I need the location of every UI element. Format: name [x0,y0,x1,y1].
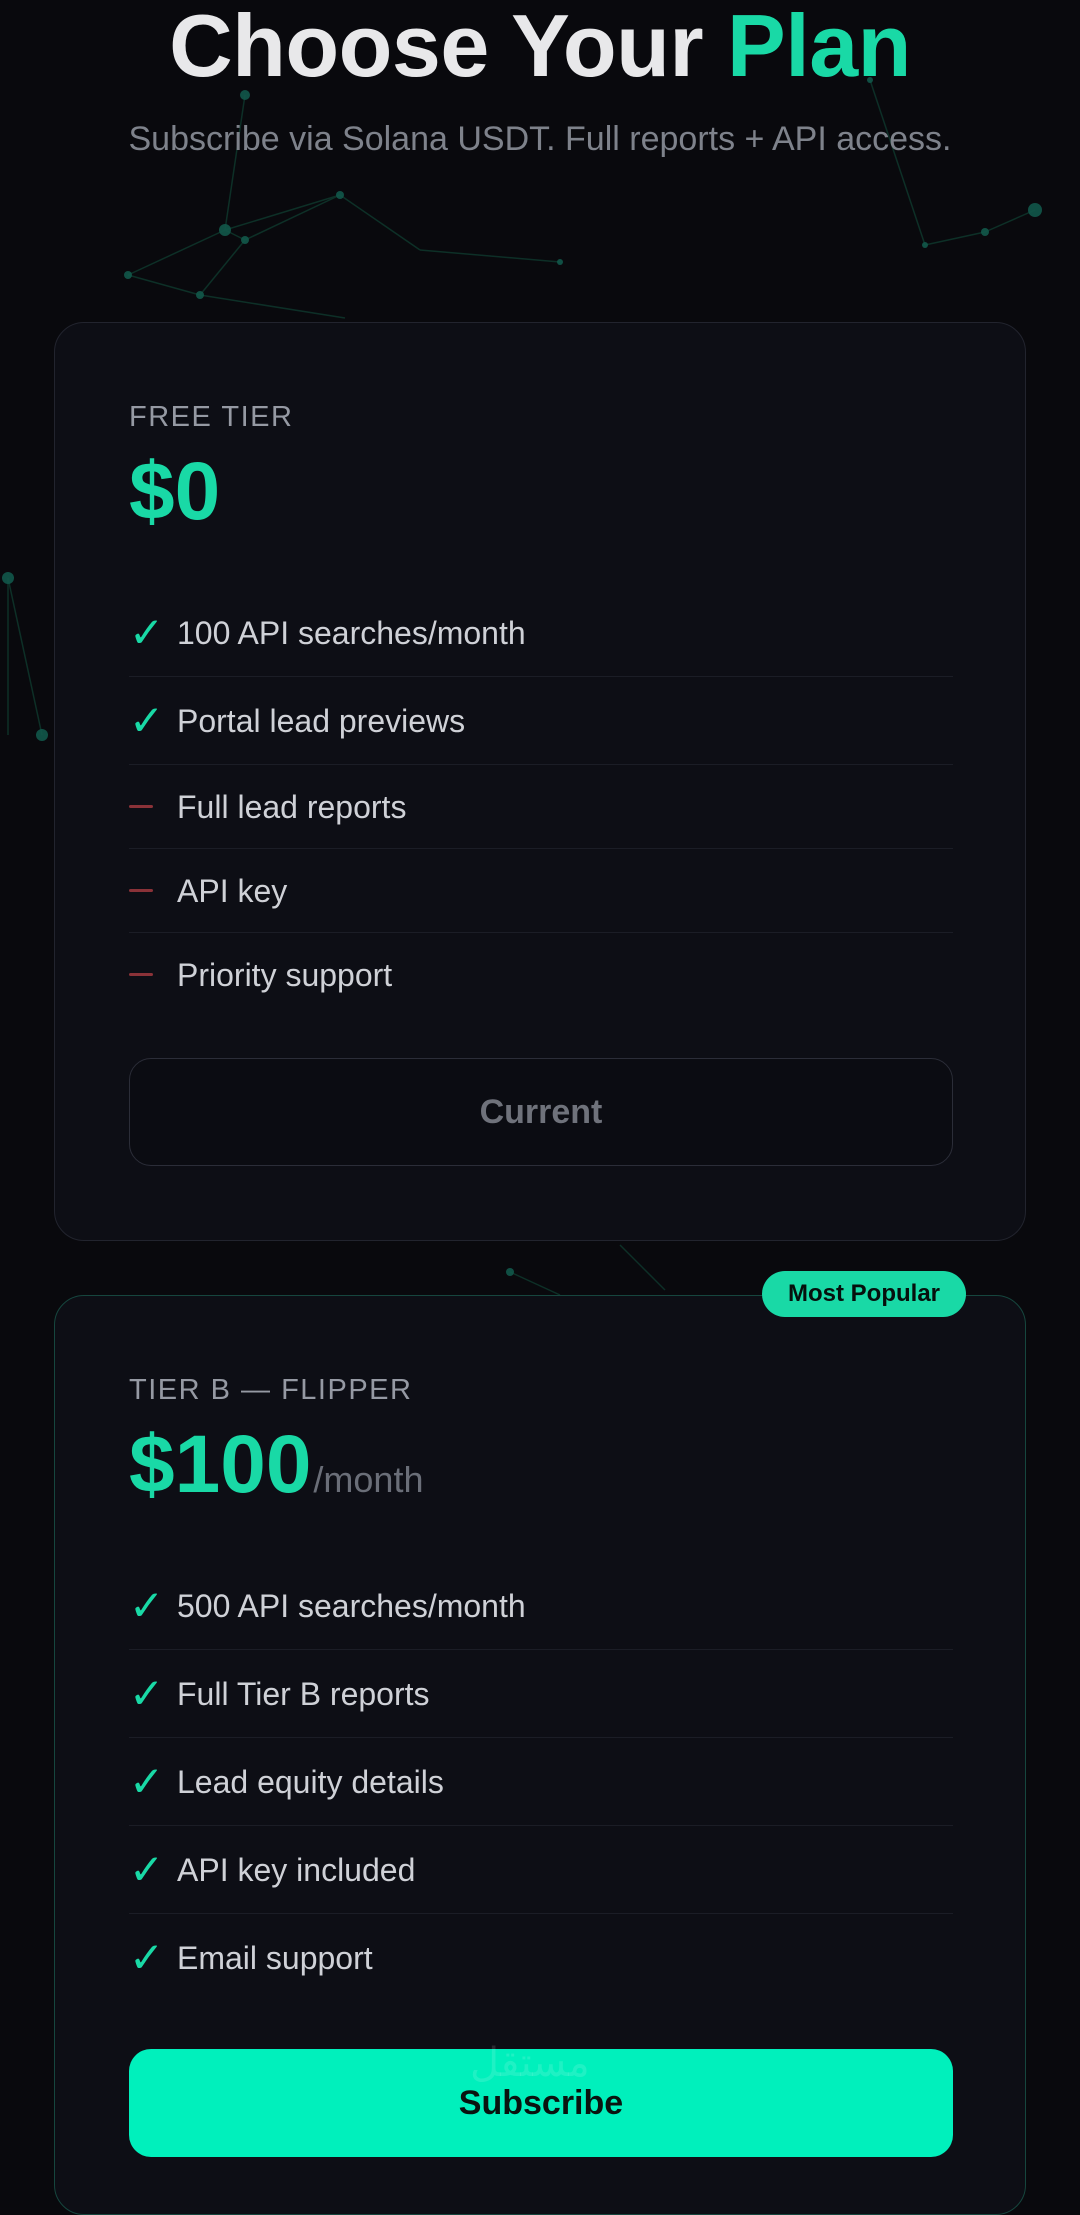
feature-item: ✓ Lead equity details [129,1738,953,1826]
check-icon: ✓ [129,1670,165,1717]
feature-text: 100 API searches/month [177,615,526,651]
plan-label: TIER B — FLIPPER [129,1374,413,1406]
feature-text: Full lead reports [177,789,407,825]
feature-text: 500 API searches/month [177,1588,526,1624]
check-icon: ✓ [129,697,165,744]
feature-text: Lead equity details [177,1764,444,1800]
feature-text: Portal lead previews [177,703,466,739]
feature-item: ✓ 500 API searches/month [129,1562,953,1650]
feature-text: Full Tier B reports [177,1676,430,1712]
most-popular-badge: Most Popular [762,1271,967,1317]
feature-item: ✓ Portal lead previews [129,677,953,765]
feature-item: API key [129,849,953,933]
plan-price-period: /month [313,1459,424,1500]
feature-text: API key [177,873,288,909]
feature-item: Full lead reports [129,765,953,849]
check-icon: ✓ [129,1758,165,1805]
plan-card-free: FREE TIER $0 ✓ 100 API searches/month ✓ … [54,322,1026,1241]
feature-item: ✓ API key included [129,1826,953,1914]
plan-price-amount: $100 [129,1419,312,1510]
pricing-page: Choose Your Plan Subscribe via Solana US… [0,0,1080,2215]
feature-item: ✓ 100 API searches/month [129,589,953,677]
feature-item: Priority support [129,933,953,1017]
plan-price-amount: $0 [129,446,221,537]
feature-item: ✓ Full Tier B reports [129,1650,953,1738]
watermark-logo: مستقل [470,2040,590,2086]
plan-price: $100/month [129,1420,423,1525]
feature-text: Email support [177,1940,373,1976]
current-plan-button[interactable]: Current [129,1058,953,1166]
check-icon: ✓ [129,1846,165,1893]
feature-item: ✓ Email support [129,1914,953,2002]
page-title-main: Choose Your [169,0,704,95]
page-subtitle: Subscribe via Solana USDT. Full reports … [128,120,952,158]
check-icon: ✓ [129,1934,165,1981]
page-title: Choose Your Plan [0,0,1080,92]
feature-text: Priority support [177,957,393,993]
check-icon: ✓ [129,609,165,656]
feature-list: ✓ 500 API searches/month ✓ Full Tier B r… [129,1562,953,2002]
feature-text: API key included [177,1852,416,1888]
feature-list: ✓ 100 API searches/month ✓ Portal lead p… [129,589,953,1017]
plan-label: FREE TIER [129,401,294,433]
page-title-accent: Plan [727,0,911,95]
plan-price: $0 [129,447,220,537]
check-icon: ✓ [129,1582,165,1629]
